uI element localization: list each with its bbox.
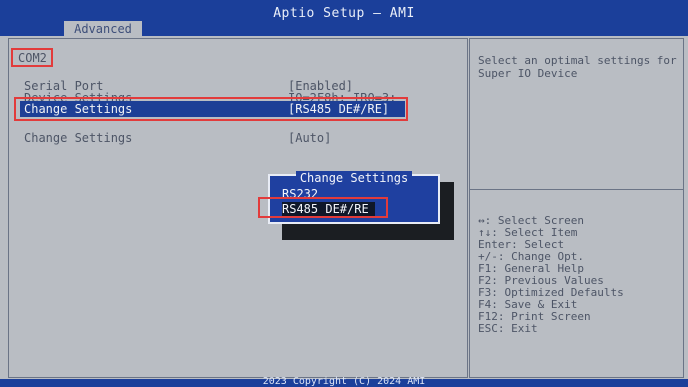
page-title: Aptio Setup – AMI (273, 6, 415, 21)
help-divider (470, 189, 683, 190)
setting-value-change-settings-2[interactable]: [Auto] (288, 131, 331, 145)
setting-label-change-settings-2: Change Settings (24, 131, 133, 145)
footer-bar: 2023 Copyright (C) 2024 AMI (0, 376, 688, 387)
bios-screen: Aptio Setup – AMI Advanced COM2 Serial P… (0, 0, 688, 387)
help-description: Select an optimal settings for Super IO … (478, 54, 677, 80)
tab-advanced[interactable]: Advanced (64, 21, 142, 38)
annotation-box-com2 (11, 48, 53, 67)
annotation-box-change-settings (14, 97, 408, 121)
annotation-box-rs485 (258, 197, 388, 218)
help-key-exit: ESC: Exit (478, 322, 538, 335)
footer-text: 2023 Copyright (C) 2024 AMI (262, 376, 426, 387)
title-bar: Aptio Setup – AMI Advanced (0, 0, 688, 38)
popup-title-text: Change Settings (295, 171, 413, 185)
popup-title: Change Settings (270, 167, 438, 186)
